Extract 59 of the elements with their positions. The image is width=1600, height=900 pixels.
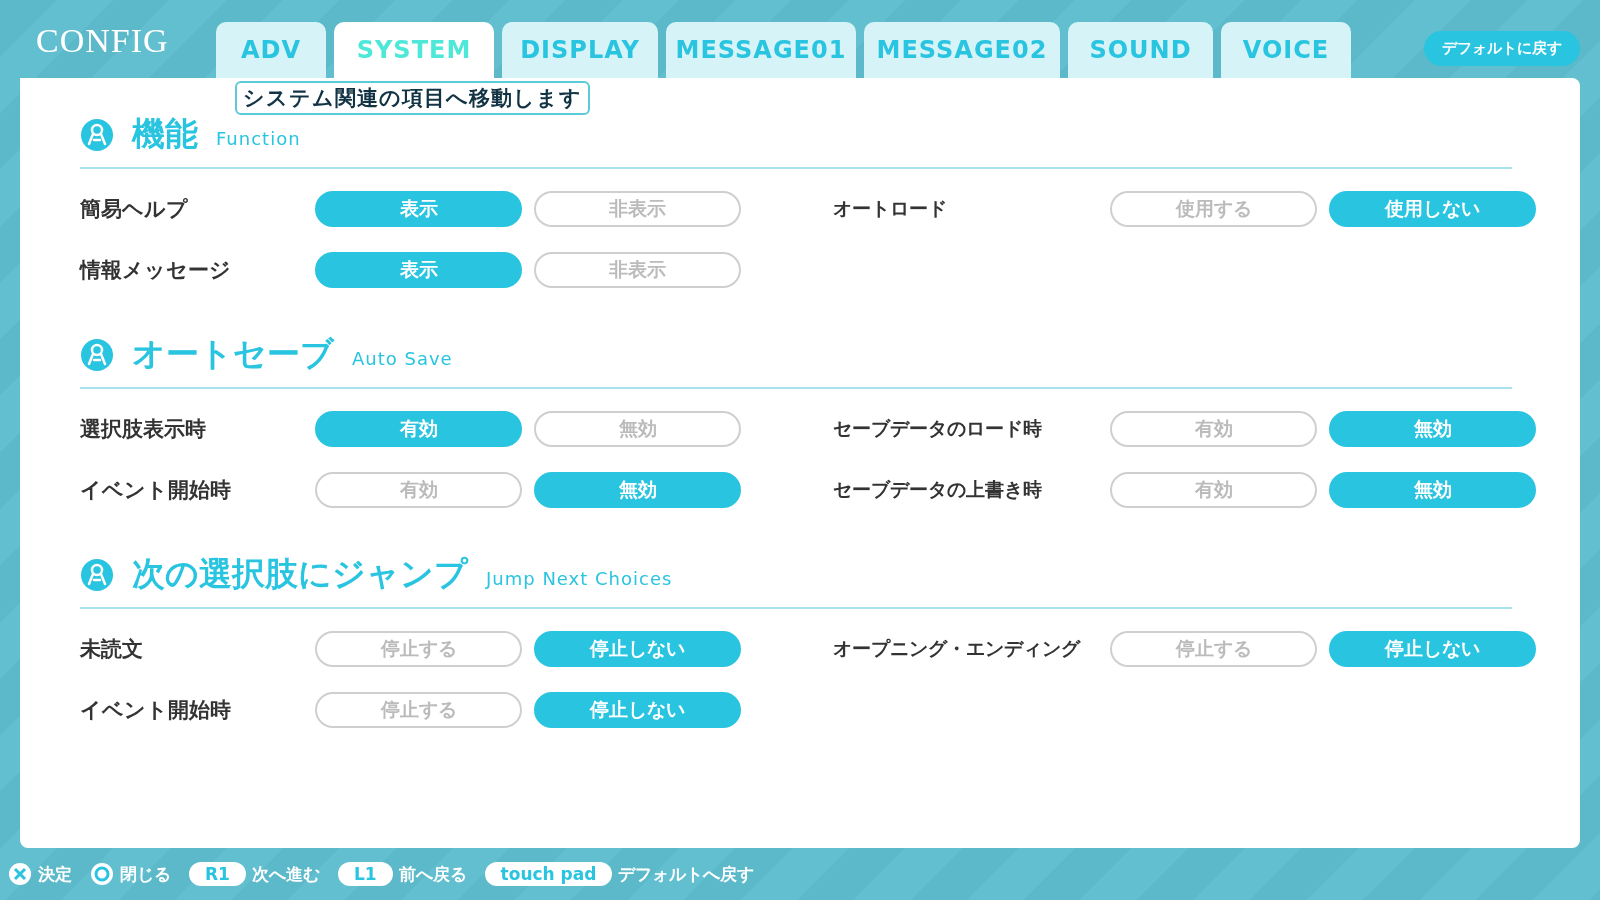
- option-button[interactable]: 無効: [534, 472, 741, 508]
- setting-label: オープニング・エンディング: [833, 636, 1082, 661]
- cross-icon: [8, 862, 32, 886]
- hint-text: 前へ戻る: [398, 862, 467, 886]
- option-button[interactable]: 停止する: [315, 692, 522, 728]
- hint-text: 次へ進む: [251, 862, 320, 886]
- tab[interactable]: MESSAGE01: [666, 22, 856, 78]
- tab[interactable]: SOUND: [1068, 22, 1213, 78]
- ribbon-badge-icon: [80, 557, 114, 592]
- tab[interactable]: ADV: [216, 22, 326, 78]
- hint-text: 決定: [38, 862, 72, 886]
- section-title: オートセーブ: [132, 333, 334, 375]
- setting-label: 情報メッセージ: [80, 257, 232, 284]
- option-button[interactable]: 無効: [1329, 411, 1536, 447]
- option-button[interactable]: 非表示: [534, 252, 741, 288]
- tab[interactable]: MESSAGE02: [864, 22, 1060, 78]
- option-button[interactable]: 停止しない: [534, 631, 741, 667]
- option-button[interactable]: 有効: [1110, 472, 1317, 508]
- setting-label: イベント開始時: [80, 477, 232, 504]
- option-button[interactable]: 表示: [315, 252, 522, 288]
- key-label: L1: [337, 862, 393, 886]
- option-button[interactable]: 使用しない: [1329, 191, 1536, 227]
- key-label: R1: [189, 862, 246, 886]
- tab[interactable]: DISPLAY: [502, 22, 658, 78]
- setting-label: セーブデータのロード時: [833, 416, 1043, 441]
- option-button[interactable]: 無効: [534, 411, 741, 447]
- config-title: CONFIG: [36, 22, 170, 60]
- option-button[interactable]: 停止しない: [534, 692, 741, 728]
- option-button[interactable]: 停止する: [1110, 631, 1317, 667]
- option-button[interactable]: 停止する: [315, 631, 522, 667]
- ribbon-badge-icon: [80, 337, 114, 372]
- section-title: 次の選択肢にジャンプ: [132, 553, 468, 595]
- reset-default-button[interactable]: デフォルトに戻す: [1424, 31, 1580, 66]
- setting-label: 未読文: [80, 636, 144, 663]
- setting-label: セーブデータの上書き時: [833, 477, 1043, 502]
- hint-text: 閉じる: [120, 862, 171, 886]
- ribbon-badge-icon: [80, 117, 114, 152]
- key-label: touch pad: [484, 862, 613, 886]
- setting-label: イベント開始時: [80, 697, 232, 724]
- option-button[interactable]: 使用する: [1110, 191, 1317, 227]
- setting-label: 簡易ヘルプ: [80, 196, 189, 223]
- setting-label: 選択肢表示時: [80, 416, 207, 443]
- option-button[interactable]: 無効: [1329, 472, 1536, 508]
- tab[interactable]: VOICE: [1221, 22, 1351, 78]
- section-subtitle: Jump Next Choices: [486, 568, 673, 589]
- option-button[interactable]: 停止しない: [1329, 631, 1536, 667]
- section-subtitle: Function: [216, 128, 301, 149]
- option-button[interactable]: 有効: [315, 411, 522, 447]
- setting-label: オートロード: [833, 196, 948, 221]
- tooltip: システム関連の項目へ移動します: [235, 81, 590, 115]
- hint-text: デフォルトへ戻す: [618, 862, 755, 886]
- tab[interactable]: SYSTEM: [334, 22, 494, 78]
- circle-icon: [90, 862, 114, 886]
- option-button[interactable]: 表示: [315, 191, 522, 227]
- option-button[interactable]: 有効: [1110, 411, 1317, 447]
- section-title: 機能: [132, 113, 198, 155]
- option-button[interactable]: 有効: [315, 472, 522, 508]
- option-button[interactable]: 非表示: [534, 191, 741, 227]
- section-subtitle: Auto Save: [352, 348, 453, 369]
